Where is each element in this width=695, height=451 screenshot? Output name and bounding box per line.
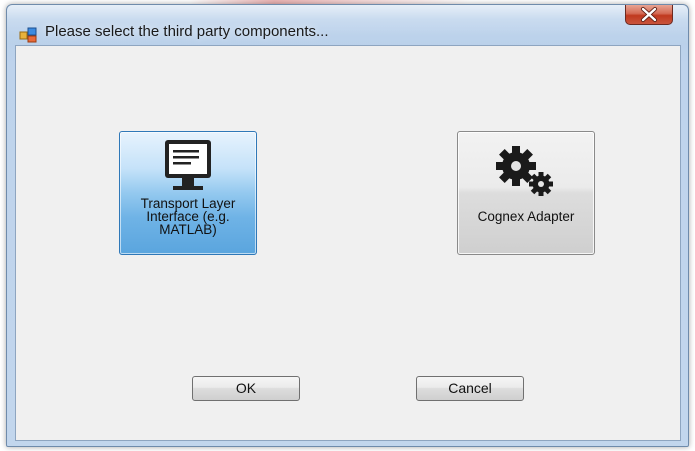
app-window-icon bbox=[19, 27, 37, 43]
cancel-button[interactable]: Cancel bbox=[416, 376, 524, 401]
monitor-icon bbox=[165, 140, 211, 190]
gears-icon bbox=[496, 146, 553, 196]
ok-button[interactable]: OK bbox=[192, 376, 300, 401]
close-x-icon bbox=[641, 7, 657, 22]
cognex-adapter-label: Cognex Adapter bbox=[458, 209, 594, 224]
transport-label-line-3: MATLAB) bbox=[159, 222, 217, 237]
cognex-adapter-option[interactable]: Cognex Adapter bbox=[457, 131, 595, 255]
dialog-content: Transport Layer Interface (e.g. MATLAB) bbox=[15, 45, 681, 441]
window-title: Please select the third party components… bbox=[45, 23, 329, 40]
close-button[interactable] bbox=[625, 5, 673, 25]
dialog-window: Please select the third party components… bbox=[6, 4, 689, 447]
transport-layer-label: Transport Layer Interface (e.g. MATLAB) bbox=[120, 197, 256, 237]
transport-layer-option[interactable]: Transport Layer Interface (e.g. MATLAB) bbox=[119, 131, 257, 255]
cognex-label-line-1: Cognex Adapter bbox=[477, 209, 575, 224]
